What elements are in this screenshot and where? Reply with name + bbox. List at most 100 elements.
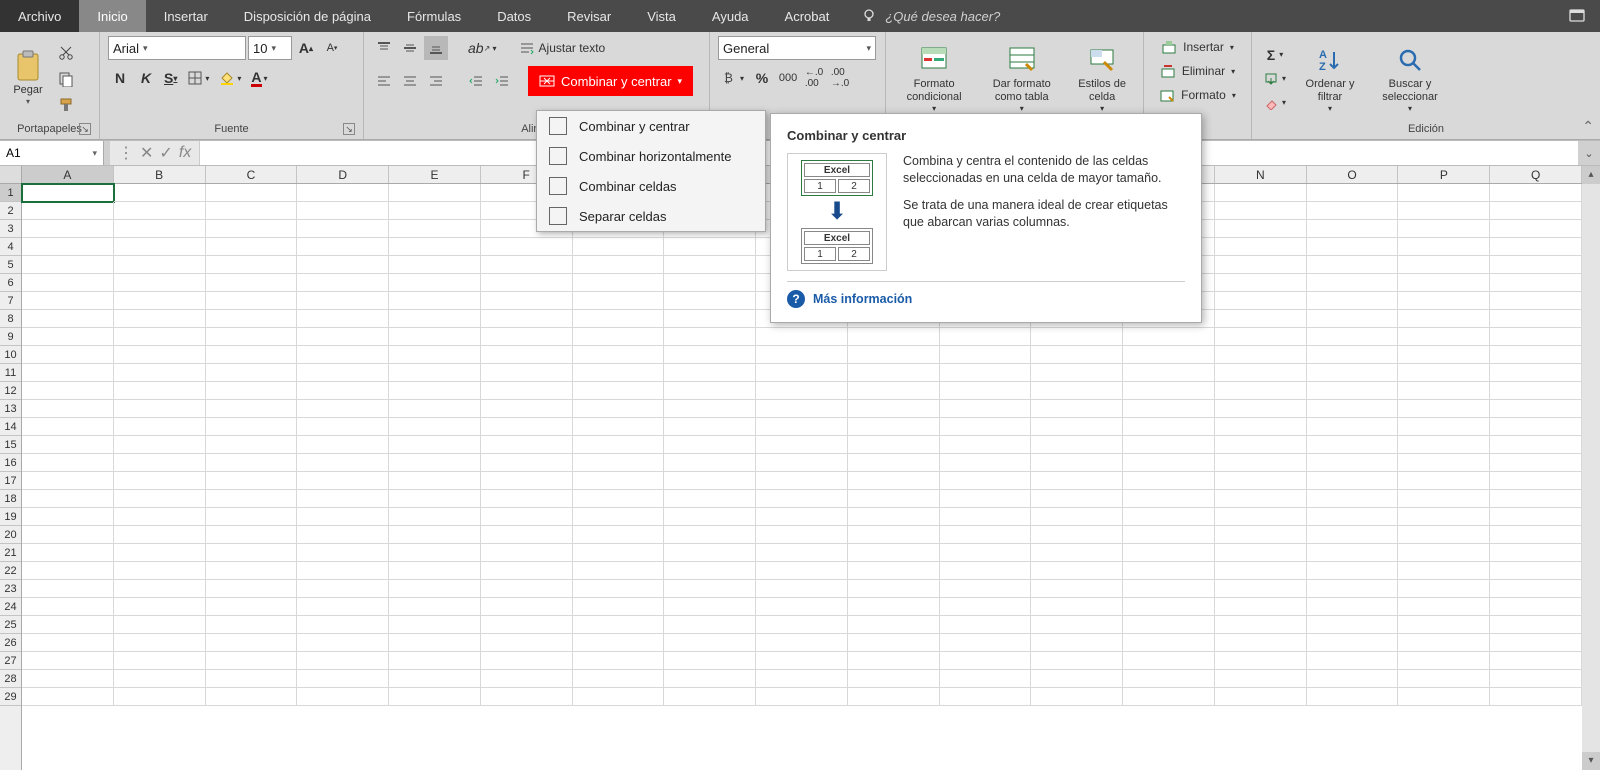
cell[interactable] (1398, 256, 1490, 274)
cell[interactable] (1398, 310, 1490, 328)
cell[interactable] (481, 562, 573, 580)
cell[interactable] (1307, 310, 1399, 328)
cell[interactable] (389, 256, 481, 274)
cell[interactable] (114, 382, 206, 400)
cell[interactable] (114, 562, 206, 580)
cell[interactable] (1398, 328, 1490, 346)
cell[interactable] (1307, 238, 1399, 256)
cell[interactable] (940, 670, 1032, 688)
cell[interactable] (22, 274, 114, 292)
cell[interactable] (114, 256, 206, 274)
cell[interactable] (389, 364, 481, 382)
cell[interactable] (297, 616, 389, 634)
row-header-4[interactable]: 4 (0, 238, 21, 256)
row-header-16[interactable]: 16 (0, 454, 21, 472)
cell[interactable] (206, 436, 298, 454)
cell[interactable] (22, 202, 114, 220)
cell[interactable] (1490, 508, 1582, 526)
cell[interactable] (940, 418, 1032, 436)
cell[interactable] (114, 598, 206, 616)
cell[interactable] (1490, 526, 1582, 544)
cell[interactable] (756, 418, 848, 436)
cell[interactable] (1123, 328, 1215, 346)
cell[interactable] (664, 454, 756, 472)
cell[interactable] (573, 634, 665, 652)
cell[interactable] (389, 652, 481, 670)
row-header-3[interactable]: 3 (0, 220, 21, 238)
cell[interactable] (573, 364, 665, 382)
cell[interactable] (1398, 472, 1490, 490)
cell[interactable] (1398, 490, 1490, 508)
row-header-24[interactable]: 24 (0, 598, 21, 616)
cell[interactable] (481, 400, 573, 418)
cell[interactable] (940, 688, 1032, 706)
cell[interactable] (940, 382, 1032, 400)
cell[interactable] (1398, 364, 1490, 382)
cell[interactable] (114, 580, 206, 598)
cell[interactable] (114, 184, 206, 202)
row-header-1[interactable]: 1 (0, 184, 21, 202)
cell[interactable] (664, 256, 756, 274)
cell[interactable] (756, 382, 848, 400)
cell[interactable] (756, 508, 848, 526)
col-header-E[interactable]: E (389, 166, 481, 183)
cell[interactable] (756, 562, 848, 580)
cell[interactable] (206, 418, 298, 436)
cell[interactable] (481, 238, 573, 256)
cell[interactable] (848, 544, 940, 562)
cell[interactable] (940, 598, 1032, 616)
cell[interactable] (481, 580, 573, 598)
cell[interactable] (1490, 292, 1582, 310)
cell[interactable] (848, 418, 940, 436)
cell[interactable] (1215, 364, 1307, 382)
cell[interactable] (297, 346, 389, 364)
cell[interactable] (1215, 508, 1307, 526)
increase-font-button[interactable]: A▴ (294, 36, 318, 60)
currency-button[interactable]: ₿▾ (718, 66, 748, 90)
cell[interactable] (1031, 472, 1123, 490)
cell[interactable] (848, 328, 940, 346)
cell[interactable] (1307, 346, 1399, 364)
cell[interactable] (664, 364, 756, 382)
cell[interactable] (1307, 184, 1399, 202)
cell[interactable] (481, 598, 573, 616)
format-as-table-button[interactable]: Dar formato como tabla▾ (980, 42, 1063, 116)
cell[interactable] (1398, 418, 1490, 436)
cell[interactable] (848, 364, 940, 382)
cell[interactable] (1307, 508, 1399, 526)
cell[interactable] (664, 346, 756, 364)
cell[interactable] (1307, 454, 1399, 472)
name-box[interactable]: A1▾ (0, 141, 104, 165)
cell[interactable] (1490, 184, 1582, 202)
format-cells-button[interactable]: Formato▾ (1155, 84, 1240, 106)
cell[interactable] (1031, 688, 1123, 706)
cell[interactable] (940, 436, 1032, 454)
row-header-10[interactable]: 10 (0, 346, 21, 364)
cell[interactable] (22, 454, 114, 472)
cell[interactable] (573, 544, 665, 562)
tab-inicio[interactable]: Inicio (79, 0, 145, 32)
cell[interactable] (297, 454, 389, 472)
font-name-combo[interactable]: Arial▾ (108, 36, 246, 60)
cell[interactable] (114, 670, 206, 688)
cell[interactable] (206, 382, 298, 400)
cell[interactable] (297, 274, 389, 292)
cell[interactable] (206, 310, 298, 328)
cell[interactable] (1307, 526, 1399, 544)
cell[interactable] (1215, 454, 1307, 472)
cell[interactable] (481, 328, 573, 346)
cell[interactable] (1398, 346, 1490, 364)
cell[interactable] (664, 508, 756, 526)
autosum-button[interactable]: Σ▾ (1260, 44, 1290, 66)
cell[interactable] (756, 328, 848, 346)
cell[interactable] (573, 346, 665, 364)
cell[interactable] (481, 526, 573, 544)
cell[interactable] (573, 310, 665, 328)
increase-decimal-button[interactable]: ←.0.00 (802, 66, 826, 90)
enter-formula-button[interactable]: ✓ (159, 143, 172, 163)
cell[interactable] (114, 418, 206, 436)
cell[interactable] (848, 598, 940, 616)
tab-acrobat[interactable]: Acrobat (767, 0, 848, 32)
cell[interactable] (1215, 598, 1307, 616)
row-header-22[interactable]: 22 (0, 562, 21, 580)
